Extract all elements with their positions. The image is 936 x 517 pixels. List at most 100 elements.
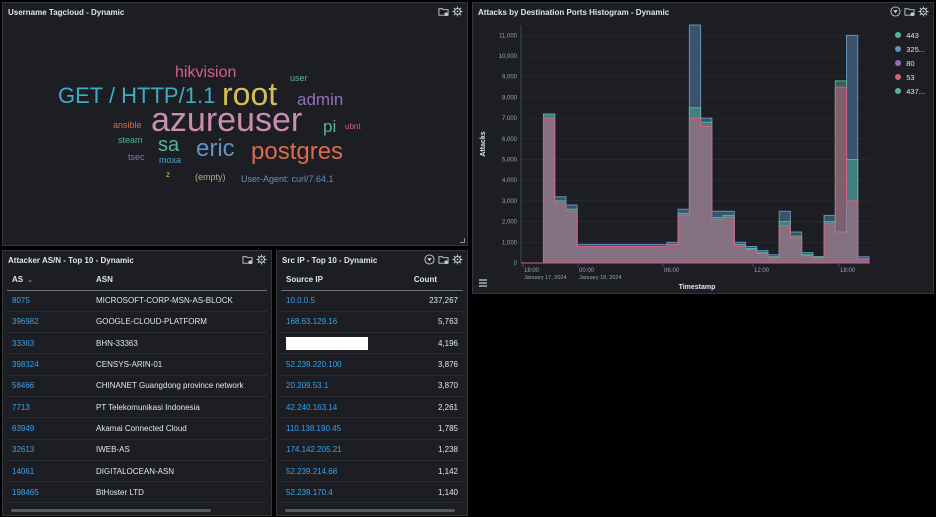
x-tick-label: 00:00 xyxy=(579,268,595,274)
tag-word[interactable]: azureuser xyxy=(151,103,302,137)
column-header-as[interactable]: AS ⌄ xyxy=(7,270,91,291)
table-row[interactable]: 58466 CHINANET Guangdong province networ… xyxy=(7,375,267,397)
y-tick-label: 7,000 xyxy=(502,116,518,122)
as-number-link[interactable]: 32613 xyxy=(7,439,91,461)
source-ip-link[interactable]: 20.209.53.1 xyxy=(281,375,409,397)
resize-handle[interactable] xyxy=(460,238,465,243)
column-header-source-ip[interactable]: Source IP xyxy=(281,270,409,291)
as-number-link[interactable]: 8075 xyxy=(7,290,91,312)
filter-icon[interactable] xyxy=(424,254,435,265)
source-ip-link[interactable]: 52.239.170.4 xyxy=(281,481,409,504)
as-number-link[interactable]: 58466 xyxy=(7,375,91,397)
table-row[interactable]: 7713 PT Telekomunikasi Indonesia xyxy=(7,396,267,419)
chevron-down-icon[interactable]: ⌄ xyxy=(27,276,33,284)
as-number-link[interactable]: 396982 xyxy=(7,311,91,334)
horizontal-scrollbar[interactable] xyxy=(11,509,211,512)
count-value: 4,196 xyxy=(408,332,463,355)
table-row[interactable]: 398324 CENSYS-ARIN-01 xyxy=(7,353,267,376)
table-row[interactable]: 174.142.205.21 1,238 xyxy=(281,439,463,461)
source-ip-link[interactable]: 10.0.0.5 xyxy=(281,290,409,312)
y-tick-label: 3,000 xyxy=(502,199,518,205)
table-row[interactable]: 110.138.190.45 1,785 xyxy=(281,417,463,440)
tag-word[interactable]: ansible xyxy=(113,121,142,130)
count-value: 1,238 xyxy=(408,439,463,461)
legend-color-dot xyxy=(895,74,902,80)
list-icon[interactable] xyxy=(477,277,489,289)
tag-word[interactable]: postgres xyxy=(251,140,343,164)
folder-add-icon[interactable] xyxy=(242,254,253,265)
legend-item[interactable]: 53 xyxy=(895,70,925,84)
tag-word[interactable]: tsec xyxy=(128,153,145,162)
tag-word[interactable]: User-Agent: curl/7.64.1 xyxy=(241,175,334,184)
y-tick-label: 11,000 xyxy=(499,33,518,39)
table-row[interactable]: 33363 BHN-33363 xyxy=(7,332,267,355)
table-row[interactable]: 168.63.129.16 5,763 xyxy=(281,311,463,334)
x-tick-label: 12:00 xyxy=(754,268,770,274)
gear-icon[interactable] xyxy=(452,254,463,265)
tag-word[interactable]: sa xyxy=(158,135,179,155)
x-tick-label: 18:00 xyxy=(840,268,856,274)
source-ip-link[interactable]: 168.63.129.16 xyxy=(281,311,409,334)
source-ip-link[interactable]: 52.239.214.68 xyxy=(281,460,409,483)
table-row[interactable]: 14061 DIGITALOCEAN-ASN xyxy=(7,460,267,483)
tag-word[interactable]: eric xyxy=(196,137,235,161)
asn-name: GOOGLE-CLOUD-PLATFORM xyxy=(91,311,267,334)
asn-name: CHINANET Guangdong province network xyxy=(91,375,267,397)
table-row[interactable]: 52.239.220.100 3,876 xyxy=(281,353,463,376)
table-row[interactable]: 4,196 xyxy=(281,332,463,355)
table-row[interactable]: 396982 GOOGLE-CLOUD-PLATFORM xyxy=(7,311,267,334)
folder-add-icon[interactable] xyxy=(438,254,449,265)
y-axis-label: Attacks xyxy=(480,131,487,156)
table-row[interactable]: 52.239.170.4 1,140 xyxy=(281,481,463,504)
tag-word[interactable]: (empty) xyxy=(195,173,226,182)
as-number-link[interactable]: 398324 xyxy=(7,353,91,376)
source-ip-link[interactable]: 42.240.163.14 xyxy=(281,396,409,419)
gear-icon[interactable] xyxy=(256,254,267,265)
source-ip-link[interactable]: 52.239.220.100 xyxy=(281,353,409,376)
table-row[interactable]: 8075 MICROSOFT-CORP-MSN-AS-BLOCK xyxy=(7,290,267,312)
column-header-count[interactable]: Count xyxy=(408,270,463,291)
histogram-chart: 0 1,000 2,000 3,000 4,000 5,000 6,000 7,000 8,00… xyxy=(480,24,870,291)
panel-toolbar xyxy=(438,6,463,17)
source-ip-link[interactable]: 174.142.205.21 xyxy=(281,439,409,461)
as-number-link[interactable]: 14061 xyxy=(7,460,91,483)
gear-icon[interactable] xyxy=(452,6,463,17)
table-row[interactable]: 42.240.163.14 2,261 xyxy=(281,396,463,419)
tag-word[interactable]: z xyxy=(166,171,170,179)
y-tick-label: 2,000 xyxy=(502,220,518,226)
tag-word[interactable]: pi xyxy=(323,118,336,135)
table-row[interactable]: 63949 Akamai Connected Cloud xyxy=(7,417,267,440)
asn-name: BtHoster LTD xyxy=(91,481,267,504)
tag-word[interactable]: steam xyxy=(118,136,143,145)
as-number-link[interactable]: 33363 xyxy=(7,332,91,355)
as-number-link[interactable]: 7713 xyxy=(7,396,91,419)
legend-item[interactable]: 80 xyxy=(895,56,925,70)
tag-word[interactable]: admin xyxy=(297,91,343,108)
source-ip-link[interactable]: 110.138.190.45 xyxy=(281,417,409,440)
count-value: 1,140 xyxy=(408,481,463,504)
table-row[interactable]: 10.0.0.5 237,267 xyxy=(281,290,463,312)
tag-word[interactable]: ubnt xyxy=(345,123,361,131)
folder-add-icon[interactable] xyxy=(438,6,449,17)
legend-color-dot xyxy=(895,46,902,52)
table-row[interactable]: 20.209.53.1 3,870 xyxy=(281,375,463,397)
legend-item[interactable]: 443 xyxy=(895,28,925,42)
legend-label: 325... xyxy=(906,44,925,54)
table-row[interactable]: 32613 IWEB-AS xyxy=(7,439,267,461)
tag-word[interactable]: moxa xyxy=(159,156,181,165)
table-row[interactable]: 52.239.214.68 1,142 xyxy=(281,460,463,483)
as-number-link[interactable]: 198465 xyxy=(7,481,91,504)
legend-label: 80 xyxy=(906,58,915,68)
tag-word[interactable]: user xyxy=(290,74,308,83)
horizontal-scrollbar[interactable] xyxy=(285,509,455,512)
legend-item[interactable]: 437... xyxy=(895,84,925,98)
srcip-table: Source IP Count 10.0.0.5 237,267 168.63.12… xyxy=(281,270,463,504)
legend-item[interactable]: 325... xyxy=(895,42,925,56)
x-tick-label: 06:00 xyxy=(664,268,680,274)
table-row[interactable]: 198465 BtHoster LTD xyxy=(7,481,267,504)
count-value: 5,763 xyxy=(408,311,463,334)
panel-title: Username Tagcloud - Dynamic xyxy=(8,8,125,17)
asn-name: BHN-33363 xyxy=(91,332,267,355)
as-number-link[interactable]: 63949 xyxy=(7,417,91,440)
column-header-asn[interactable]: ASN xyxy=(91,270,267,291)
